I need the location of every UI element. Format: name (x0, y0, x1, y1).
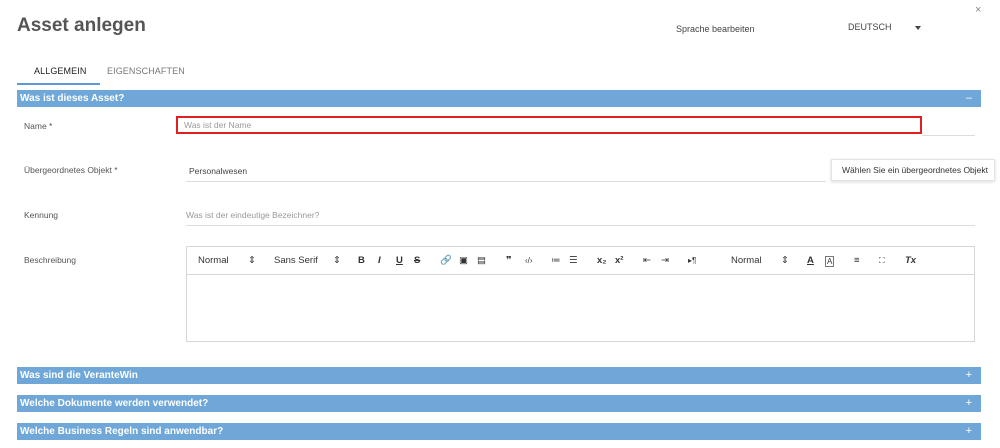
identifier-underline (186, 225, 975, 226)
editor-content-area[interactable] (187, 276, 974, 341)
subscript-icon[interactable]: x₂ (597, 255, 607, 266)
select-arrow-icon: ⇕ (248, 255, 256, 266)
fullscreen-icon[interactable]: ⛶ (879, 256, 885, 266)
align-icon[interactable]: ≡ (854, 255, 860, 266)
section-header-verantwortliche[interactable]: Was sind die VeranteWin + (17, 367, 981, 384)
indent-decrease-icon[interactable]: ⇤ (643, 255, 651, 266)
parent-object-underline (186, 181, 826, 182)
section-title: Welche Dokumente werden verwendet? (20, 398, 209, 409)
tab-bar: ALLGEMEIN EIGENSCHAFTEN (17, 66, 185, 86)
tab-eigenschaften[interactable]: EIGENSCHAFTEN (107, 66, 185, 76)
active-tab-indicator (17, 83, 100, 85)
name-underline (922, 135, 975, 136)
underline-button[interactable]: U (396, 255, 403, 266)
image-icon[interactable]: ▣ (459, 255, 468, 266)
code-icon[interactable]: ‹/› (525, 256, 533, 265)
expand-icon[interactable]: + (966, 423, 972, 440)
identifier-input[interactable]: Was ist der eindeutige Bezeichner? (186, 210, 319, 220)
video-icon[interactable]: ▤ (477, 255, 486, 266)
link-icon[interactable]: 🔗 (440, 255, 452, 266)
identifier-label: Kennung (24, 210, 59, 220)
size-select[interactable]: Normal (731, 255, 762, 266)
expand-icon[interactable]: + (966, 367, 972, 384)
language-select-value: DEUTSCH (848, 22, 892, 32)
strike-button[interactable]: S (414, 255, 420, 266)
bold-button[interactable]: B (358, 255, 365, 266)
italic-button[interactable]: I (378, 255, 381, 266)
blockquote-icon[interactable]: ❞ (506, 255, 512, 266)
section-title: Was sind die VeranteWin (20, 370, 138, 381)
section-title: Was ist dieses Asset? (20, 93, 125, 104)
text-color-icon[interactable]: A (807, 255, 814, 266)
ordered-list-icon[interactable]: ≔ (551, 255, 561, 266)
tab-allgemein[interactable]: ALLGEMEIN (34, 66, 86, 76)
language-select[interactable]: DEUTSCH (848, 22, 928, 36)
editor-toolbar: Normal ⇕ Sans Serif ⇕ B I U S 🔗 ▣ ▤ ❞ ‹/… (187, 247, 974, 275)
parent-object-value[interactable]: Personalwesen (189, 166, 247, 176)
font-select[interactable]: Sans Serif (274, 255, 318, 266)
indent-increase-icon[interactable]: ⇥ (661, 255, 669, 266)
parent-object-tooltip: Wählen Sie ein übergeordnetes Objekt (831, 159, 995, 181)
parent-object-label: Übergeordnetes Objekt * (24, 165, 118, 175)
select-arrow-icon: ⇕ (333, 255, 341, 266)
text-direction-icon[interactable]: ▸¶ (688, 256, 696, 265)
heading-select[interactable]: Normal (198, 255, 229, 266)
section-title: Welche Business Regeln sind anwendbar? (20, 426, 224, 437)
dialog-title: Asset anlegen (17, 15, 146, 36)
name-input[interactable]: Was ist der Name (176, 116, 922, 134)
caret-down-icon (915, 26, 921, 30)
section-header-dokumente[interactable]: Welche Dokumente werden verwendet? + (17, 395, 981, 412)
background-color-icon[interactable]: A (825, 256, 835, 267)
description-label: Beschreibung (24, 255, 76, 265)
section-header-asset[interactable]: Was ist dieses Asset? – (17, 90, 981, 107)
superscript-icon[interactable]: x² (615, 255, 623, 266)
expand-icon[interactable]: + (966, 395, 972, 412)
collapse-icon[interactable]: – (966, 90, 972, 107)
close-button[interactable]: × (975, 4, 981, 16)
language-label: Sprache bearbeiten (676, 24, 755, 34)
clear-format-icon[interactable]: Tx (905, 255, 916, 266)
select-arrow-icon: ⇕ (781, 255, 789, 266)
bullet-list-icon[interactable]: ☰ (569, 255, 578, 266)
name-label: Name * (24, 121, 53, 131)
section-header-business-regeln[interactable]: Welche Business Regeln sind anwendbar? + (17, 423, 981, 440)
rich-text-editor: Normal ⇕ Sans Serif ⇕ B I U S 🔗 ▣ ▤ ❞ ‹/… (186, 246, 975, 342)
